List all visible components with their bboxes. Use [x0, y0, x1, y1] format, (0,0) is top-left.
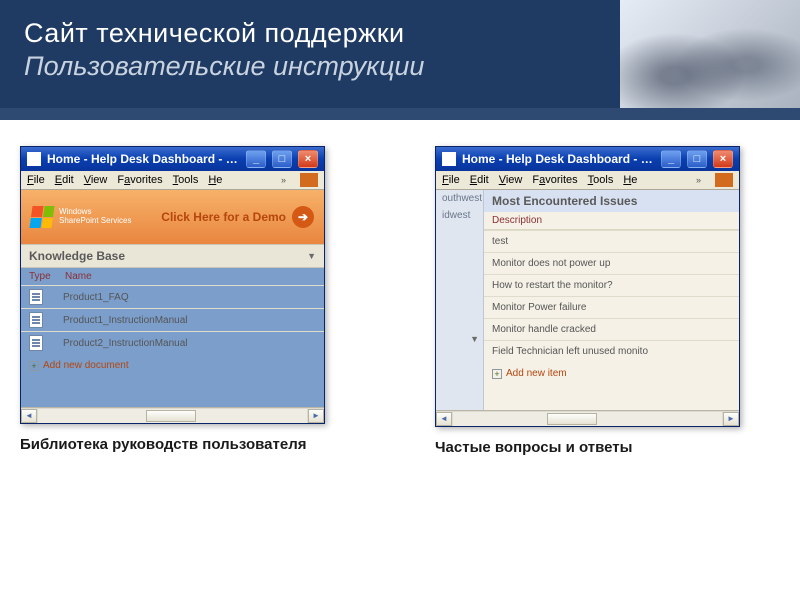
menu-overflow-icon[interactable]: » — [281, 175, 286, 185]
kb-row-name: Product1_FAQ — [63, 292, 129, 303]
scroll-right-button[interactable]: ► — [308, 409, 324, 423]
region-sidebar: outhwest idwest ▼ — [436, 190, 484, 410]
titlebar[interactable]: Home - Help Desk Dashboard - … _ □ × — [436, 147, 739, 171]
scrollbar-horizontal[interactable]: ◄ ► — [436, 410, 739, 426]
issue-row[interactable]: Monitor Power failure — [484, 296, 739, 318]
app-icon — [27, 152, 41, 166]
plus-icon: + — [492, 369, 502, 379]
window-title: Home - Help Desk Dashboard - … — [47, 152, 240, 166]
divider — [0, 108, 800, 120]
menu-file[interactable]: File — [442, 174, 460, 186]
minimize-button[interactable]: _ — [246, 150, 266, 168]
caption-left: Библиотека руководств пользователя — [20, 436, 325, 453]
menu-help[interactable]: He — [623, 174, 637, 186]
scroll-track[interactable] — [453, 412, 722, 426]
kb-col-type: Type — [29, 271, 65, 282]
menu-tools[interactable]: Tools — [173, 174, 199, 186]
close-button[interactable]: × — [713, 150, 733, 168]
kb-row[interactable]: Product1_InstructionManual — [21, 308, 324, 331]
window-knowledge-base: Home - Help Desk Dashboard - … _ □ × Fil… — [20, 146, 325, 424]
document-icon — [29, 312, 43, 328]
kb-row[interactable]: Product1_FAQ — [21, 285, 324, 308]
menu-edit[interactable]: Edit — [470, 174, 489, 186]
menu-favorites[interactable]: Favorites — [117, 174, 162, 186]
menu-view[interactable]: View — [499, 174, 523, 186]
scroll-right-button[interactable]: ► — [723, 412, 739, 426]
banner-cta[interactable]: Click Here for a Demo ➔ — [161, 206, 314, 228]
kb-row[interactable]: Product2_InstructionManual — [21, 331, 324, 354]
scroll-thumb[interactable] — [146, 410, 196, 422]
banner-brand: Windows SharePoint Services — [59, 208, 131, 226]
document-icon — [29, 335, 43, 351]
scroll-left-button[interactable]: ◄ — [21, 409, 37, 423]
titlebar[interactable]: Home - Help Desk Dashboard - … _ □ × — [21, 147, 324, 171]
plus-icon: + — [29, 361, 39, 371]
dropdown-icon[interactable]: ▼ — [307, 251, 316, 261]
menu-overflow-icon[interactable]: » — [696, 175, 701, 185]
issues-col-description: Description — [484, 212, 739, 230]
kb-section-header[interactable]: Knowledge Base ▼ — [21, 244, 324, 268]
slide-header: Сайт технической поддержки Пользовательс… — [0, 0, 800, 108]
app-icon — [442, 152, 456, 166]
issues-header: Most Encountered Issues — [484, 190, 739, 212]
maximize-button[interactable]: □ — [687, 150, 707, 168]
menubar[interactable]: File Edit View Favorites Tools He » — [21, 171, 324, 190]
add-item-link[interactable]: + Add new item — [484, 362, 739, 385]
region-item[interactable]: outhwest — [436, 190, 483, 207]
windows-logo-icon — [29, 206, 54, 228]
dropdown-icon[interactable]: ▼ — [436, 334, 483, 344]
close-button[interactable]: × — [298, 150, 318, 168]
menu-edit[interactable]: Edit — [55, 174, 74, 186]
issue-row[interactable]: test — [484, 230, 739, 252]
minimize-button[interactable]: _ — [661, 150, 681, 168]
flag-icon[interactable] — [715, 173, 733, 187]
kb-columns: Type Name — [21, 268, 324, 285]
issue-row[interactable]: Monitor does not power up — [484, 252, 739, 274]
issue-row[interactable]: How to restart the monitor? — [484, 274, 739, 296]
flag-icon[interactable] — [300, 173, 318, 187]
menu-file[interactable]: File — [27, 174, 45, 186]
region-item[interactable]: idwest — [436, 207, 483, 224]
maximize-button[interactable]: □ — [272, 150, 292, 168]
kb-row-name: Product2_InstructionManual — [63, 338, 188, 349]
add-document-link[interactable]: + Add new document — [21, 354, 324, 377]
demo-banner[interactable]: Windows SharePoint Services Click Here f… — [21, 190, 324, 244]
decorative-photo — [620, 0, 800, 108]
issue-row[interactable]: Monitor handle cracked — [484, 318, 739, 340]
menu-help[interactable]: He — [208, 174, 222, 186]
scroll-track[interactable] — [38, 409, 307, 423]
issue-row[interactable]: Field Technician left unused monito — [484, 340, 739, 362]
menu-favorites[interactable]: Favorites — [532, 174, 577, 186]
scroll-left-button[interactable]: ◄ — [436, 412, 452, 426]
menu-tools[interactable]: Tools — [588, 174, 614, 186]
scrollbar-horizontal[interactable]: ◄ ► — [21, 407, 324, 423]
caption-right: Частые вопросы и ответы — [435, 439, 740, 456]
window-issues: Home - Help Desk Dashboard - … _ □ × Fil… — [435, 146, 740, 427]
scroll-thumb[interactable] — [547, 413, 597, 425]
menu-view[interactable]: View — [84, 174, 108, 186]
kb-col-name: Name — [65, 271, 92, 282]
kb-row-name: Product1_InstructionManual — [63, 315, 188, 326]
window-title: Home - Help Desk Dashboard - … — [462, 152, 655, 166]
document-icon — [29, 289, 43, 305]
arrow-right-icon: ➔ — [292, 206, 314, 228]
menubar[interactable]: File Edit View Favorites Tools He » — [436, 171, 739, 190]
